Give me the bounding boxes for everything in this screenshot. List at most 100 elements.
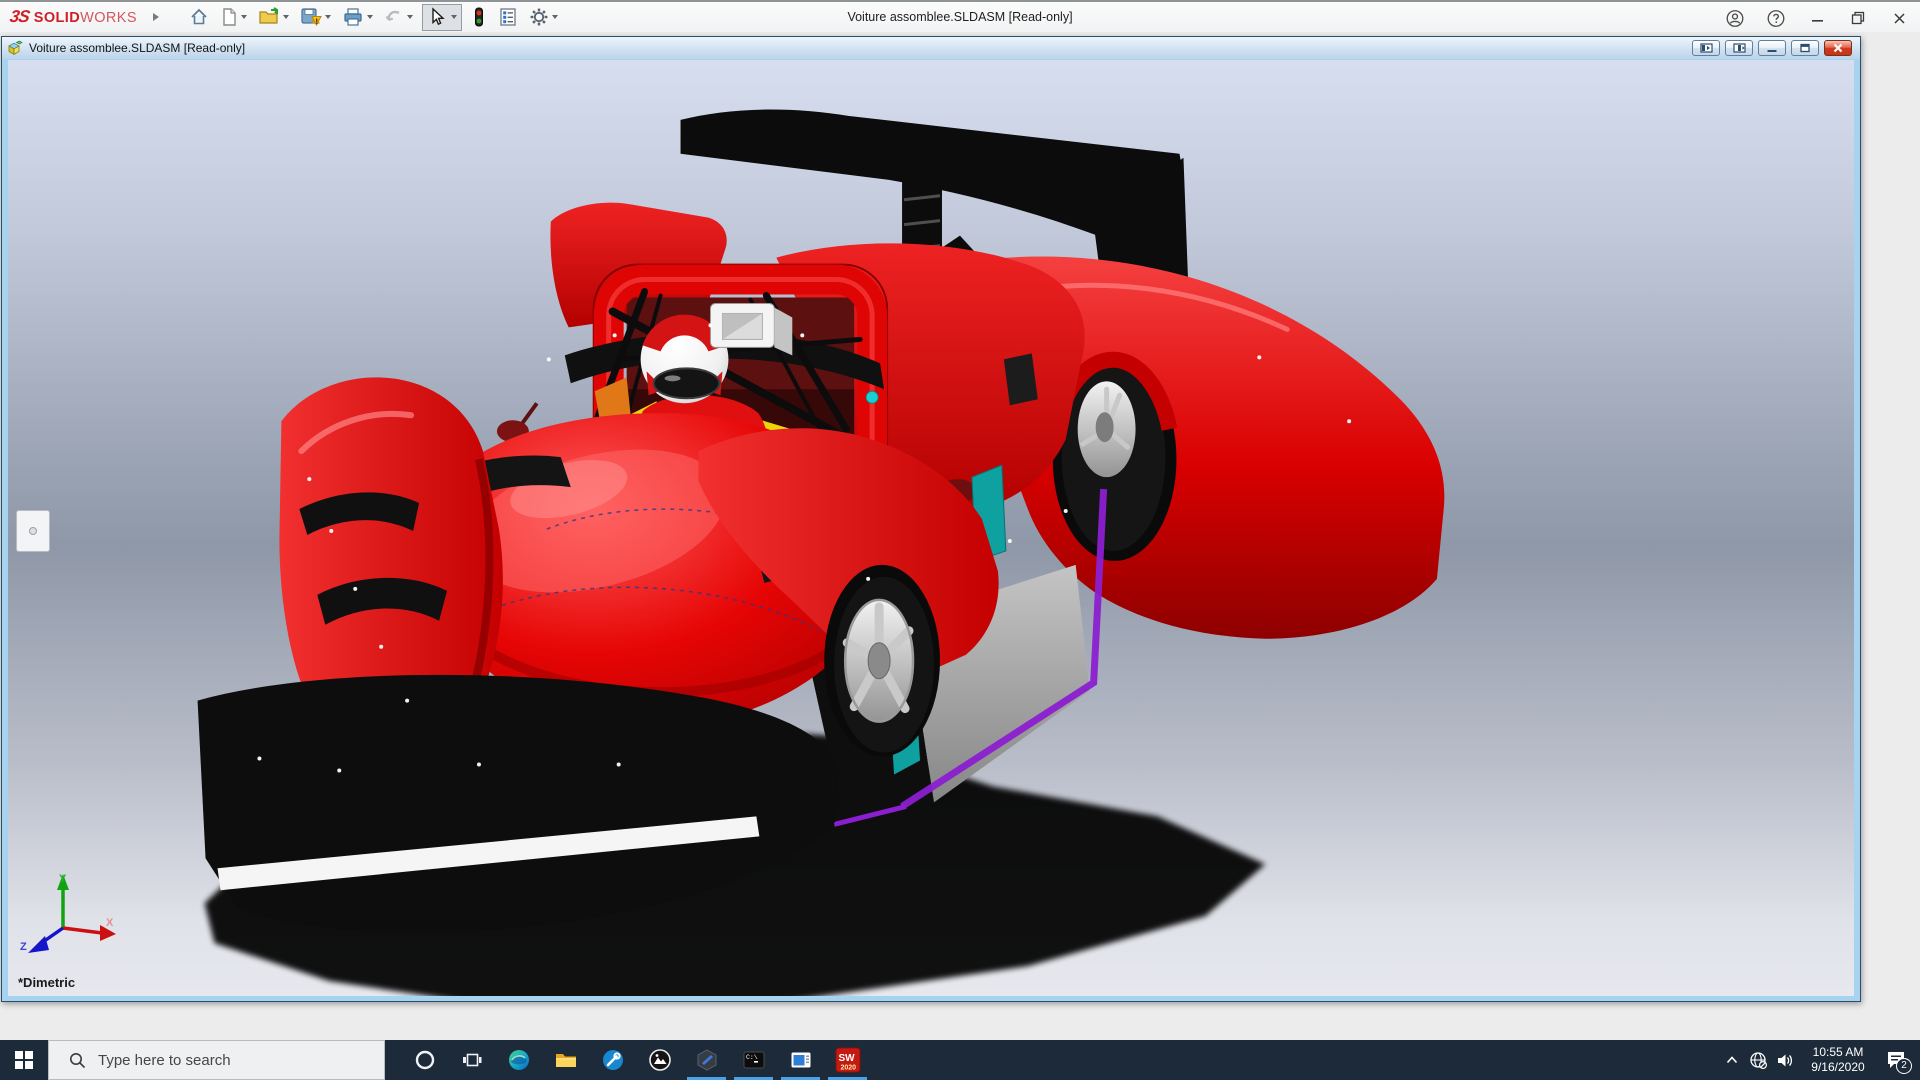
wrench-circle-icon: [602, 1050, 623, 1070]
notification-badge: 2: [1896, 1058, 1912, 1074]
save-button[interactable]: [298, 4, 333, 30]
solidworks-taskbar-button[interactable]: SW 2020: [824, 1040, 871, 1080]
pane-toggle-left-button[interactable]: [1692, 40, 1720, 56]
file-properties-button[interactable]: [496, 4, 520, 30]
doc-restore-button[interactable]: [1791, 40, 1819, 56]
solidworks-app-icon: SW 2020: [835, 1047, 860, 1073]
rebuild-button[interactable]: [469, 4, 489, 30]
pane-right-icon: [1732, 43, 1746, 53]
pane-toggle-right-button[interactable]: [1725, 40, 1753, 56]
home-button[interactable]: [187, 4, 211, 30]
chevron-up-icon: [1726, 1056, 1737, 1064]
new-document-icon: [223, 8, 236, 26]
system-tray: 10:55 AM 9/16/2020 2: [1718, 1040, 1920, 1080]
triad-x-label: X: [106, 917, 114, 929]
dropdown-caret-icon[interactable]: [282, 15, 289, 19]
search-placeholder: Type here to search: [98, 1051, 231, 1069]
search-icon: [70, 1052, 86, 1068]
dropdown-caret-icon[interactable]: [366, 15, 373, 19]
doc-close-button[interactable]: [1824, 40, 1852, 56]
minimize-button[interactable]: [1808, 8, 1826, 28]
task-view-button[interactable]: [448, 1040, 495, 1080]
undo-button[interactable]: [382, 4, 415, 30]
file-properties-icon: [500, 8, 516, 26]
new-document-button[interactable]: [218, 4, 249, 30]
hexagon-app-icon: [697, 1049, 716, 1071]
windows-logo-icon: [15, 1051, 33, 1069]
open-folder-icon: [259, 7, 278, 24]
app-title: Voiture assomblee.SLDASM [Read-only]: [847, 10, 1073, 24]
command-prompt-button[interactable]: C:\: [730, 1040, 777, 1080]
select-tool-button[interactable]: [421, 3, 462, 31]
network-button[interactable]: [1745, 1040, 1772, 1080]
dropdown-caret-icon[interactable]: [551, 15, 558, 19]
taskbar-icons: C:\ SW 2020: [401, 1040, 871, 1080]
dropdown-caret-icon[interactable]: [240, 15, 247, 19]
graphics-viewport[interactable]: Y X Z *Dimetric: [8, 60, 1854, 996]
brand-mark: 3S: [8, 7, 31, 26]
car-model: [197, 109, 1445, 996]
assembly-document-icon: [8, 40, 23, 55]
dropdown-caret-icon[interactable]: [406, 15, 413, 19]
doc-minimize-icon: [1767, 49, 1777, 52]
taskbar: Type here to search C:\ SW 2020 10:55 AM…: [0, 1040, 1920, 1080]
help-button[interactable]: [1767, 8, 1785, 28]
print-button[interactable]: [340, 4, 375, 30]
options-gear-icon: [530, 8, 548, 26]
document-window-controls: [1692, 40, 1852, 56]
home-icon: [191, 8, 207, 25]
save-icon: [301, 8, 322, 27]
cmd-label: C:\: [746, 1054, 758, 1061]
photos-button[interactable]: [636, 1040, 683, 1080]
account-icon: [1726, 9, 1744, 27]
brand-works: WORKS: [80, 10, 137, 26]
clock-date: 9/16/2020: [1811, 1060, 1865, 1074]
media-app-icon: [791, 1052, 810, 1068]
triad-y-label: Y: [59, 873, 67, 885]
help-icon: [1767, 9, 1785, 27]
dropdown-caret-icon[interactable]: [324, 15, 331, 19]
taskbar-clock[interactable]: 10:55 AM 9/16/2020: [1805, 1045, 1871, 1075]
support-tool-button[interactable]: [589, 1040, 636, 1080]
view-orientation-label: *Dimetric: [18, 975, 76, 990]
search-input[interactable]: Type here to search: [48, 1040, 385, 1080]
volume-button[interactable]: [1772, 1040, 1799, 1080]
app-window-controls: [1726, 2, 1908, 34]
globe-no-network-icon: [1750, 1051, 1768, 1069]
restore-icon: [1851, 11, 1865, 25]
close-button[interactable]: [1890, 8, 1908, 28]
dropdown-caret-icon[interactable]: [450, 15, 457, 19]
brand-solid: SOLID: [33, 10, 81, 26]
speaker-icon: [1778, 1054, 1793, 1066]
close-icon: [1893, 12, 1905, 24]
tray-chevron-button[interactable]: [1718, 1040, 1745, 1080]
file-explorer-button[interactable]: [542, 1040, 589, 1080]
select-cursor-icon: [432, 7, 445, 26]
sw-year: 2020: [840, 1065, 856, 1072]
minimize-icon: [1811, 19, 1823, 22]
options-button[interactable]: [527, 4, 560, 30]
edge-button[interactable]: [495, 1040, 542, 1080]
action-center-button[interactable]: 2: [1878, 1040, 1914, 1080]
solidworks-logo: 3S SOLID WORKS: [8, 7, 137, 27]
media-app-button[interactable]: [777, 1040, 824, 1080]
menu-expand-icon[interactable]: [152, 13, 159, 21]
rebuild-traffic-light-icon: [474, 7, 483, 27]
pane-left-icon: [1699, 43, 1713, 53]
cortana-icon: [415, 1050, 434, 1070]
featuremanager-splitter-tab[interactable]: [16, 510, 50, 552]
open-button[interactable]: [256, 4, 291, 30]
document-window: Voiture assomblee.SLDASM [Read-only] Y X…: [1, 36, 1861, 1002]
account-button[interactable]: [1726, 8, 1744, 28]
task-view-icon: [462, 1053, 481, 1067]
undo-icon: [385, 10, 400, 22]
hexagon-app-button[interactable]: [683, 1040, 730, 1080]
cortana-button[interactable]: [401, 1040, 448, 1080]
start-button[interactable]: [0, 1040, 48, 1080]
doc-minimize-button[interactable]: [1758, 40, 1786, 56]
restore-button[interactable]: [1849, 8, 1867, 28]
document-titlebar[interactable]: Voiture assomblee.SLDASM [Read-only]: [2, 37, 1860, 59]
orientation-triad: Y X Z: [20, 873, 116, 953]
photos-icon: [648, 1049, 671, 1071]
file-explorer-icon: [555, 1054, 576, 1067]
